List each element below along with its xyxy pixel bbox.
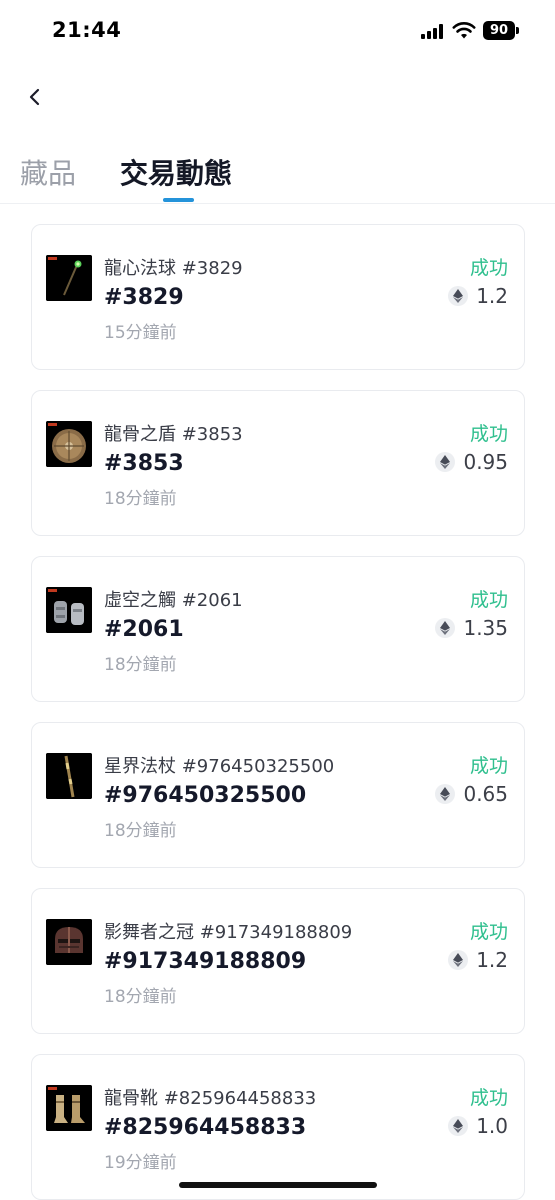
trade-price: 1.0 (448, 1113, 508, 1139)
trade-price: 1.2 (448, 283, 508, 309)
item-token-id: #3853 (104, 451, 184, 476)
battery-level: 90 (483, 21, 515, 40)
active-tab-indicator (163, 198, 194, 202)
battery-icon: 90 (483, 21, 519, 40)
status-badge: 成功 (469, 423, 508, 445)
price-value: 0.95 (463, 450, 508, 474)
item-name: 龍心法球 #3829 (104, 258, 243, 279)
trade-card[interactable]: 星界法杖 #976450325500 #976450325500 18分鐘前 成… (31, 722, 525, 868)
home-indicator (179, 1182, 377, 1188)
price-value: 1.0 (476, 1114, 508, 1138)
status-badge: 成功 (469, 257, 508, 279)
status-time: 21:44 (52, 18, 122, 42)
item-token-id: #825964458833 (104, 1115, 307, 1140)
trade-price: 0.95 (435, 449, 508, 475)
trade-card[interactable]: 虛空之觸 #2061 #2061 18分鐘前 成功 1.35 (31, 556, 525, 702)
status-bar: 21:44 90 (0, 0, 555, 60)
trade-time: 15分鐘前 (104, 323, 177, 343)
price-value: 0.65 (463, 782, 508, 806)
trade-card[interactable]: 龍心法球 #3829 #3829 15分鐘前 成功 1.2 (31, 224, 525, 370)
trade-time: 18分鐘前 (104, 821, 177, 841)
trade-list: 龍心法球 #3829 #3829 15分鐘前 成功 1.2 龍骨之盾 #3853… (31, 224, 525, 1200)
wifi-icon (452, 22, 476, 39)
price-value: 1.35 (463, 616, 508, 640)
price-value: 1.2 (476, 948, 508, 972)
trade-price: 1.35 (435, 615, 508, 641)
item-token-id: #2061 (104, 617, 184, 642)
item-name: 龍骨之盾 #3853 (104, 424, 243, 445)
helm-icon (46, 919, 92, 965)
trade-card[interactable]: 龍骨之盾 #3853 #3853 18分鐘前 成功 0.95 (31, 390, 525, 536)
item-token-id: #917349188809 (104, 949, 307, 974)
trade-price: 0.65 (435, 781, 508, 807)
status-badge: 成功 (469, 755, 508, 777)
status-badge: 成功 (469, 921, 508, 943)
item-name: 虛空之觸 #2061 (104, 590, 243, 611)
price-value: 1.2 (476, 284, 508, 308)
trade-time: 19分鐘前 (104, 1153, 177, 1173)
eth-icon (448, 286, 469, 306)
staff-icon (46, 753, 92, 799)
eth-icon (435, 618, 456, 638)
status-badge: 成功 (469, 1087, 508, 1109)
trade-time: 18分鐘前 (104, 655, 177, 675)
boots-icon (46, 1085, 92, 1131)
orb-staff-icon (46, 255, 92, 301)
item-name: 星界法杖 #976450325500 (104, 756, 335, 777)
eth-icon (448, 1116, 469, 1136)
item-name: 影舞者之冠 #917349188809 (104, 922, 353, 943)
shield-icon (46, 421, 92, 467)
tab-trade-activity[interactable]: 交易動態 (120, 152, 232, 192)
eth-icon (435, 452, 456, 472)
item-token-id: #3829 (104, 285, 184, 310)
gauntlets-icon (46, 587, 92, 633)
tab-bar: 藏品 交易動態 (0, 140, 555, 204)
eth-icon (435, 784, 456, 804)
back-chevron-icon[interactable] (22, 82, 50, 112)
item-token-id: #976450325500 (104, 783, 307, 808)
cellular-signal-icon (421, 24, 445, 39)
trade-time: 18分鐘前 (104, 489, 177, 509)
trade-time: 18分鐘前 (104, 987, 177, 1007)
tab-collection[interactable]: 藏品 (20, 152, 76, 192)
trade-price: 1.2 (448, 947, 508, 973)
item-name: 龍骨靴 #825964458833 (104, 1088, 317, 1109)
trade-card[interactable]: 龍骨靴 #825964458833 #825964458833 19分鐘前 成功… (31, 1054, 525, 1200)
eth-icon (448, 950, 469, 970)
status-badge: 成功 (469, 589, 508, 611)
trade-card[interactable]: 影舞者之冠 #917349188809 #917349188809 18分鐘前 … (31, 888, 525, 1034)
